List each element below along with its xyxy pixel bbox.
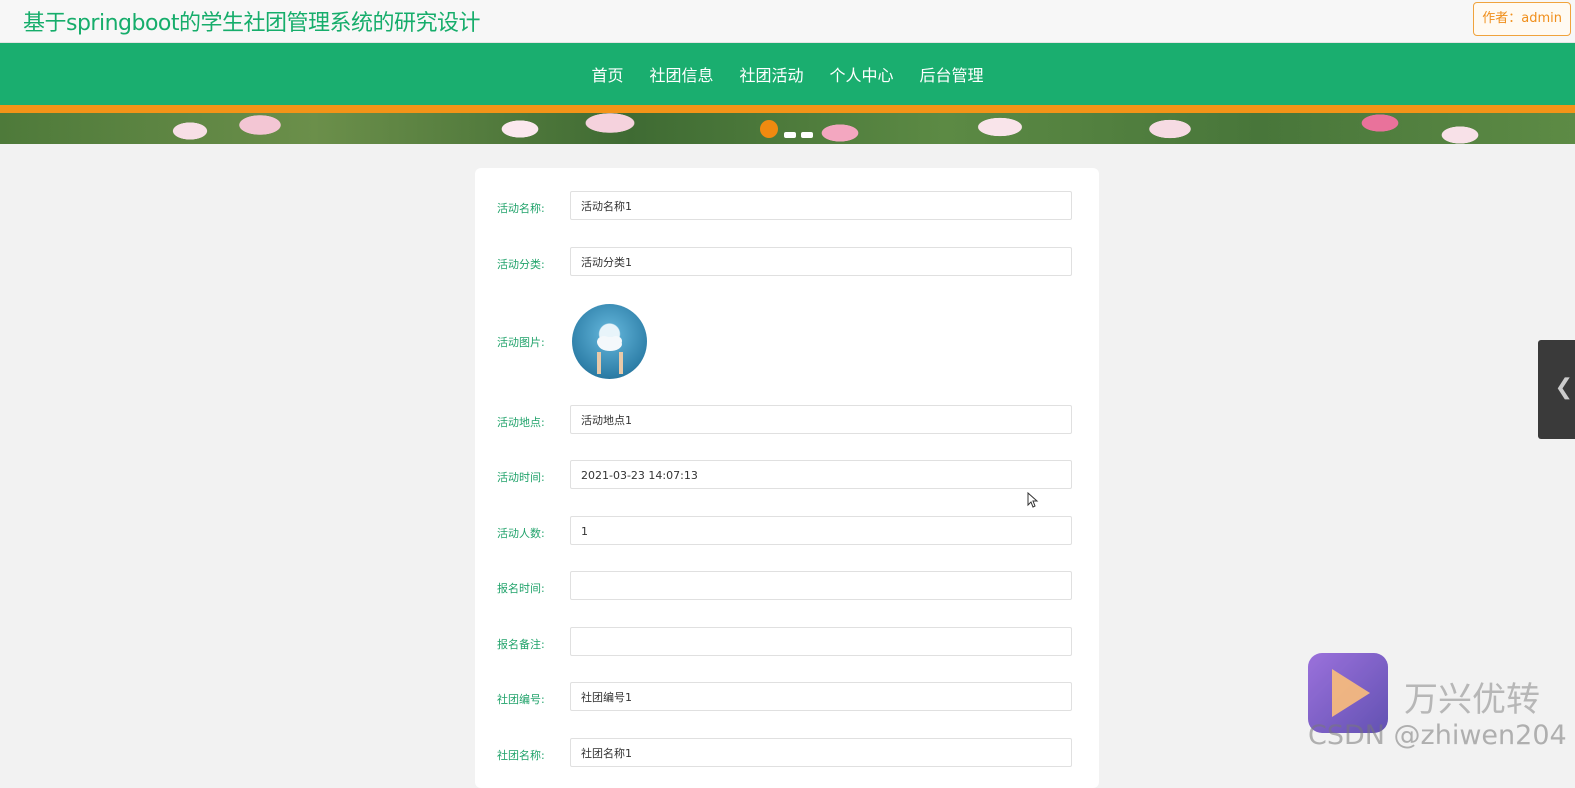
banner-carousel — [0, 113, 1575, 144]
field-label: 社团编号: — [497, 693, 545, 706]
nav-item-club-info[interactable]: 社团信息 — [637, 62, 725, 86]
top-header: 基于springboot的学生社团管理系统的研究设计 作者：admin — [0, 0, 1575, 43]
nav-item-club-activities[interactable]: 社团活动 — [727, 62, 815, 86]
mouse-cursor-icon — [1027, 492, 1039, 508]
signup-time-field[interactable] — [570, 571, 1072, 600]
signup-remark-field[interactable] — [570, 627, 1072, 656]
nav-item-personal-center[interactable]: 个人中心 — [818, 62, 906, 86]
nav-item-home[interactable]: 首页 — [579, 62, 635, 86]
activity-headcount-field[interactable]: 1 — [570, 516, 1072, 545]
chevron-left-icon: ❮ — [1554, 375, 1573, 400]
carousel-dot-2[interactable] — [784, 132, 796, 138]
field-label: 报名备注: — [497, 638, 545, 651]
field-label: 活动分类: — [497, 258, 545, 271]
field-label: 活动名称: — [497, 202, 545, 215]
field-label: 社团名称: — [497, 749, 545, 762]
carousel-dot-1[interactable] — [760, 120, 778, 138]
site-title: 基于springboot的学生社团管理系统的研究设计 — [23, 11, 481, 36]
activity-time-field[interactable]: 2021-03-23 14:07:13 — [570, 460, 1072, 489]
field-label: 活动图片: — [497, 336, 545, 349]
watermark-brand: 万兴优转 — [1404, 680, 1540, 720]
activity-category-field[interactable]: 活动分类1 — [570, 247, 1072, 276]
field-label: 活动地点: — [497, 416, 545, 429]
field-label: 活动人数: — [497, 527, 545, 540]
nav-menu: 首页 社团信息 社团活动 个人中心 后台管理 — [0, 43, 1575, 105]
activity-name-field[interactable]: 活动名称1 — [570, 191, 1072, 220]
activity-image — [572, 304, 647, 379]
activity-location-field[interactable]: 活动地点1 — [570, 405, 1072, 434]
field-label: 报名时间: — [497, 582, 545, 595]
nav-item-admin[interactable]: 后台管理 — [908, 62, 996, 86]
activity-detail-card: 活动名称: 活动名称1 活动分类: 活动分类1 活动图片: 活动地点: 活动地点… — [475, 168, 1099, 788]
field-label: 活动时间: — [497, 471, 545, 484]
cloud-hands-picture — [597, 336, 623, 374]
author-badge[interactable]: 作者：admin — [1473, 2, 1571, 36]
main-navbar: 首页 社团信息 社团活动 个人中心 后台管理 — [0, 43, 1575, 113]
carousel-dot-3[interactable] — [801, 132, 813, 138]
club-number-field[interactable]: 社团编号1 — [570, 682, 1072, 711]
watermark-csdn: CSDN @zhiwen204 — [1308, 720, 1567, 751]
side-panel-toggle[interactable]: ❮ — [1538, 340, 1575, 439]
club-name-field[interactable]: 社团名称1 — [570, 738, 1072, 767]
